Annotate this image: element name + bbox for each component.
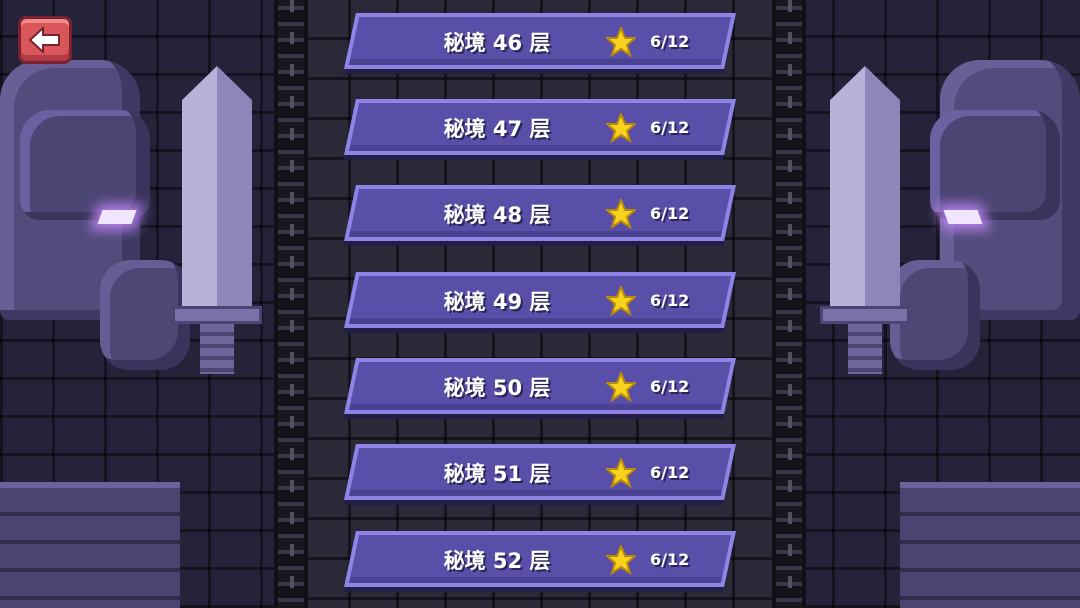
star-progress: 6/12 <box>650 118 690 137</box>
star-icon <box>606 27 636 57</box>
left-statue-helmet <box>20 110 150 220</box>
level-name: 秘境 51 层 <box>443 462 551 486</box>
level-name: 秘境 47 层 <box>443 117 551 141</box>
right-sword-blade <box>830 66 900 310</box>
star-icon <box>606 372 636 402</box>
secret-realm-level-list: 秘境 46 层 6/12 秘境 47 层 6/12 秘境 48 层 6/12 秘… <box>340 0 740 608</box>
star-progress: 6/12 <box>650 291 690 310</box>
left-statue-glowing-eye <box>97 210 137 224</box>
level-row-48[interactable]: 秘境 48 层 6/12 <box>344 185 736 241</box>
level-name: 秘境 49 层 <box>443 290 551 314</box>
star-icon <box>606 199 636 229</box>
left-sword-blade <box>182 66 252 310</box>
star-icon <box>606 113 636 143</box>
back-button[interactable] <box>18 16 72 64</box>
star-progress: 6/12 <box>650 32 690 51</box>
level-row-50[interactable]: 秘境 50 层 6/12 <box>344 358 736 414</box>
level-name: 秘境 52 层 <box>443 549 551 573</box>
right-statue-helmet <box>930 110 1060 220</box>
star-icon <box>606 545 636 575</box>
star-progress: 6/12 <box>650 550 690 569</box>
right-knight-statue <box>800 0 1080 608</box>
level-row-51[interactable]: 秘境 51 层 6/12 <box>344 444 736 500</box>
level-name: 秘境 46 层 <box>443 31 551 55</box>
star-progress: 6/12 <box>650 463 690 482</box>
right-sword-guard <box>820 306 910 324</box>
right-statue-pedestal <box>900 482 1080 608</box>
level-row-52[interactable]: 秘境 52 层 6/12 <box>344 531 736 587</box>
right-sword-hilt <box>848 324 882 374</box>
left-sword-hilt <box>200 324 234 374</box>
star-progress: 6/12 <box>650 377 690 396</box>
level-row-49[interactable]: 秘境 49 层 6/12 <box>344 272 736 328</box>
left-statue-pedestal <box>0 482 180 608</box>
level-name: 秘境 48 层 <box>443 203 551 227</box>
level-name: 秘境 50 层 <box>443 376 551 400</box>
star-progress: 6/12 <box>650 204 690 223</box>
right-statue-glowing-eye <box>943 210 983 224</box>
arrow-left-icon <box>28 26 60 54</box>
star-icon <box>606 286 636 316</box>
star-icon <box>606 458 636 488</box>
left-knight-statue <box>0 0 280 608</box>
level-row-47[interactable]: 秘境 47 层 6/12 <box>344 99 736 155</box>
left-sword-guard <box>172 306 262 324</box>
level-row-46[interactable]: 秘境 46 层 6/12 <box>344 13 736 69</box>
